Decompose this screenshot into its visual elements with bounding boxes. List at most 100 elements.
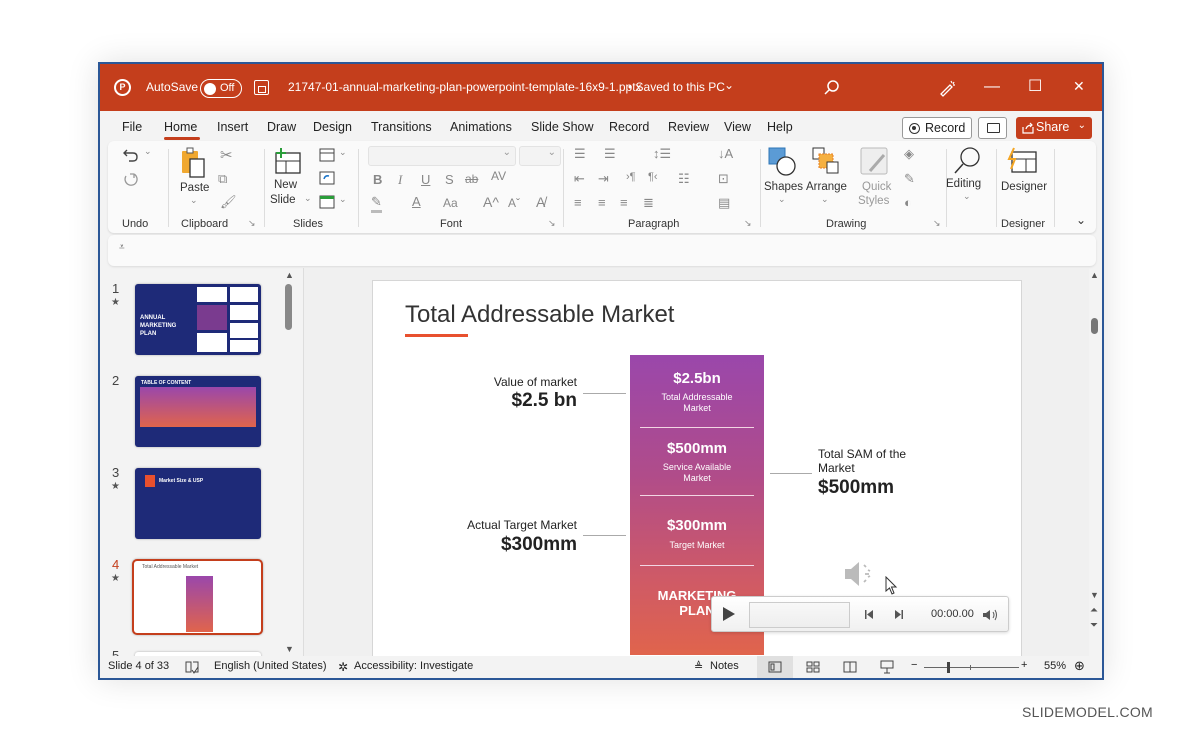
- shadow-button[interactable]: S: [445, 172, 454, 187]
- shape-fill-icon[interactable]: ◈: [904, 146, 914, 162]
- slide-show-icon[interactable]: [880, 660, 894, 674]
- play-button[interactable]: [722, 606, 736, 622]
- highlight-color-icon[interactable]: ✎: [371, 194, 382, 213]
- strikethrough-button[interactable]: ab: [465, 172, 478, 186]
- scroll-down-icon[interactable]: ▼: [1090, 590, 1099, 600]
- save-status[interactable]: • Saved to this PC: [628, 80, 725, 94]
- accessibility-status[interactable]: Accessibility: Investigate: [354, 660, 473, 672]
- line-spacing-icon[interactable]: ↕☰: [653, 146, 671, 162]
- tab-help[interactable]: Help: [767, 120, 793, 134]
- designer-label[interactable]: Designer: [1001, 181, 1047, 193]
- numbering-icon[interactable]: ☰: [604, 146, 616, 162]
- tab-slide-show[interactable]: Slide Show: [531, 120, 594, 134]
- paste-icon[interactable]: [180, 147, 208, 179]
- tab-insert[interactable]: Insert: [217, 120, 248, 134]
- shapes-label[interactable]: Shapes: [764, 181, 803, 193]
- spelling-check-icon[interactable]: [185, 660, 199, 674]
- arrange-icon[interactable]: [812, 147, 842, 177]
- zoom-slider-track[interactable]: [924, 667, 1019, 668]
- shrink-font-button[interactable]: Aˇ: [508, 196, 520, 210]
- decrease-indent-icon[interactable]: ⇤: [574, 171, 585, 187]
- paste-label[interactable]: Paste: [180, 182, 209, 194]
- tab-view[interactable]: View: [724, 120, 751, 134]
- cut-icon[interactable]: ✂: [220, 146, 233, 164]
- search-icon[interactable]: [824, 80, 840, 96]
- normal-view-button[interactable]: [757, 656, 793, 678]
- justify-icon[interactable]: ≣: [643, 195, 654, 211]
- slide-counter[interactable]: Slide 4 of 33: [108, 660, 169, 672]
- layout-dropdown-icon[interactable]: ⌄: [339, 147, 347, 158]
- comments-button[interactable]: [978, 117, 1007, 139]
- font-color-icon[interactable]: A: [412, 194, 421, 209]
- reset-icon[interactable]: [319, 171, 335, 185]
- previous-slide-icon[interactable]: ⏶: [1090, 605, 1098, 616]
- character-spacing-button[interactable]: AV: [491, 169, 506, 183]
- increase-indent-icon[interactable]: ⇥: [598, 171, 609, 187]
- shape-outline-icon[interactable]: ✎: [904, 171, 915, 187]
- shapes-dropdown-icon[interactable]: ⌄: [778, 194, 786, 205]
- scroll-up-icon[interactable]: ▲: [1090, 270, 1099, 280]
- align-text-icon[interactable]: ⊡: [718, 171, 729, 187]
- smartart-icon[interactable]: ▤: [718, 195, 730, 211]
- audio-speaker-icon[interactable]: [843, 559, 877, 589]
- editing-label[interactable]: Editing: [946, 178, 981, 190]
- redo-icon[interactable]: [122, 171, 140, 189]
- undo-icon[interactable]: [122, 147, 140, 163]
- quick-styles-icon[interactable]: [860, 147, 890, 177]
- tab-review[interactable]: Review: [668, 120, 709, 134]
- ribbon-collapse-icon[interactable]: ⌄: [1076, 213, 1086, 227]
- layout-icon[interactable]: [319, 148, 335, 162]
- next-slide-icon[interactable]: ⏷: [1090, 620, 1098, 631]
- new-slide-dropdown-icon[interactable]: ⌄: [304, 193, 312, 204]
- tab-animations[interactable]: Animations: [450, 120, 512, 134]
- zoom-slider-thumb[interactable]: [946, 662, 950, 673]
- share-button[interactable]: Share ⌄: [1016, 117, 1092, 139]
- drawing-launcher-icon[interactable]: ↘: [933, 218, 941, 229]
- clear-formatting-icon[interactable]: A̸: [536, 194, 545, 210]
- columns-icon[interactable]: ☷: [678, 171, 690, 187]
- font-name-combo[interactable]: [368, 146, 516, 166]
- close-button[interactable]: ✕: [1073, 78, 1085, 95]
- align-right-icon[interactable]: ≡: [620, 195, 628, 210]
- shape-effects-icon[interactable]: ◐: [904, 195, 912, 210]
- save-icon[interactable]: [254, 80, 269, 95]
- quick-styles-label[interactable]: Quick: [862, 181, 891, 193]
- new-slide-label[interactable]: New: [274, 179, 297, 191]
- arrange-label[interactable]: Arrange: [806, 181, 847, 193]
- quick-styles-label-2[interactable]: Styles: [858, 195, 889, 207]
- shapes-icon[interactable]: [768, 147, 798, 177]
- italic-button[interactable]: I: [398, 172, 402, 188]
- scroll-up-icon[interactable]: ▲: [285, 270, 294, 280]
- bullets-icon[interactable]: ☰: [574, 146, 586, 162]
- fit-to-window-icon[interactable]: ⊕: [1074, 658, 1085, 674]
- slide[interactable]: Total Addressable Market $2.5bn Total Ad…: [372, 280, 1022, 658]
- font-launcher-icon[interactable]: ↘: [548, 218, 556, 229]
- font-size-combo[interactable]: [519, 146, 561, 166]
- tab-transitions[interactable]: Transitions: [371, 120, 432, 134]
- slide-thumbnail-1[interactable]: ANNUAL MARKETING PLAN: [135, 284, 261, 355]
- arrange-dropdown-icon[interactable]: ⌄: [821, 194, 829, 205]
- designer-icon[interactable]: [1006, 147, 1038, 175]
- slide-thumbnail-2[interactable]: TABLE OF CONTENT: [135, 376, 261, 447]
- rtl-icon[interactable]: ¶‹: [648, 171, 658, 183]
- editing-search-icon[interactable]: [952, 146, 982, 176]
- tab-draw[interactable]: Draw: [267, 120, 296, 134]
- grow-font-button[interactable]: A^: [483, 194, 499, 210]
- volume-button[interactable]: [982, 608, 1000, 622]
- tab-file[interactable]: File: [122, 120, 142, 134]
- underline-button[interactable]: U: [421, 172, 430, 187]
- ltr-icon[interactable]: ›¶: [626, 171, 636, 183]
- zoom-out-button[interactable]: −: [911, 659, 917, 671]
- designer-pen-icon[interactable]: [938, 79, 956, 97]
- maximize-button[interactable]: ☐: [1028, 76, 1042, 96]
- slide-thumbnail-3[interactable]: Market Size & USP: [135, 468, 261, 539]
- change-case-button[interactable]: Aa: [443, 196, 458, 210]
- share-chevron-icon[interactable]: ⌄: [1078, 120, 1086, 131]
- format-painter-icon[interactable]: 🖌: [220, 194, 237, 210]
- paragraph-launcher-icon[interactable]: ↘: [744, 218, 752, 229]
- zoom-in-button[interactable]: +: [1021, 659, 1027, 671]
- customize-toolbar-icon[interactable]: ⩡: [119, 242, 125, 253]
- new-slide-label-2[interactable]: Slide: [270, 194, 296, 206]
- panel-scrollbar[interactable]: ▲ ▼: [283, 268, 295, 658]
- tab-design[interactable]: Design: [313, 120, 352, 134]
